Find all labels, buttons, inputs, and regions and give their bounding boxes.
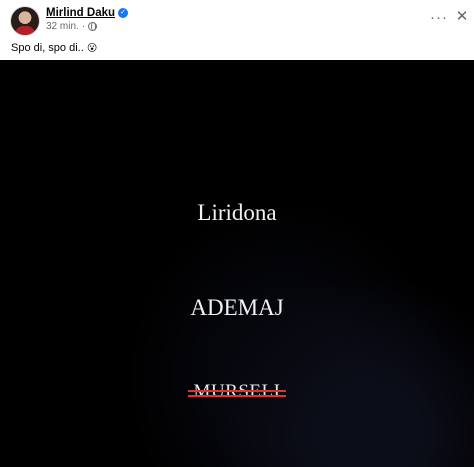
meta-separator: · — [81, 21, 86, 32]
verified-badge-icon: ✓ — [118, 8, 129, 18]
post-header: Mirlind Daku ✓ 32 min. · ··· ✕ — [0, 0, 474, 40]
strike-line-top — [187, 390, 287, 392]
crossed-out-name: MURSELI — [187, 381, 287, 403]
photo-text-crossed-surname: MURSELI — [0, 381, 474, 403]
post-time[interactable]: 32 min. — [46, 21, 79, 32]
close-button[interactable]: ✕ — [454, 7, 470, 27]
author: Mirlind Daku ✓ — [46, 7, 129, 19]
avatar[interactable] — [10, 6, 40, 36]
strike-line-bottom — [187, 395, 287, 397]
author-name-link[interactable]: Mirlind Daku — [46, 7, 115, 19]
globe-icon — [88, 22, 98, 31]
photo-text-surname: ADEMAJ — [190, 295, 284, 320]
post-photo[interactable]: Liridona ADEMAJ MURSELI — [0, 60, 474, 467]
post-caption: Spo di, spo di.. 😮 — [11, 42, 97, 54]
more-options-button[interactable]: ··· — [428, 8, 450, 28]
facebook-post: Mirlind Daku ✓ 32 min. · ··· ✕ Spo di, s… — [0, 0, 474, 467]
post-meta: 32 min. · — [46, 21, 98, 32]
avatar-shirt — [15, 26, 35, 35]
surprised-emoji-icon: 😮 — [86, 43, 98, 54]
caption-text: Spo di, spo di.. — [11, 42, 84, 54]
photo-text-first-name: Liridona — [197, 200, 277, 225]
